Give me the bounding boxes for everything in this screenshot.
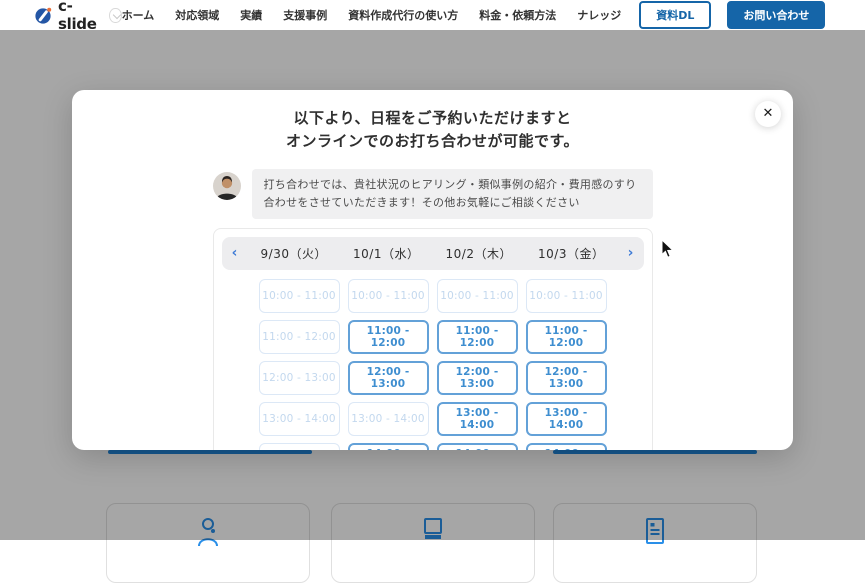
time-slot[interactable]: 14:00 - 15:00 bbox=[348, 443, 429, 450]
nav-item-results[interactable]: 実績 bbox=[240, 7, 262, 23]
time-slot: 10:00 - 11:00 bbox=[348, 279, 429, 313]
nav-menu: ホーム 対応領域 実績 支援事例 資料作成代行の使い方 料金・依頼方法 ナレッジ bbox=[122, 7, 622, 23]
time-slot[interactable]: 13:00 - 14:00 bbox=[526, 402, 607, 436]
logo-icon bbox=[35, 7, 52, 24]
time-slot[interactable]: 14:00 - 15:00 bbox=[526, 443, 607, 450]
modal-title: 以下より、日程をご予約いただけますと オンラインでのお打ち合わせが可能です。 bbox=[72, 107, 793, 154]
time-slot: 11:00 - 12:00 bbox=[259, 320, 340, 354]
time-slot: 13:00 - 14:00 bbox=[348, 402, 429, 436]
modal-title-line2: オンラインでのお打ち合わせが可能です。 bbox=[72, 130, 793, 153]
nav-item-pricing[interactable]: 料金・依頼方法 bbox=[479, 7, 556, 23]
nav-item-areas[interactable]: 対応領域 bbox=[175, 7, 219, 23]
time-slot[interactable]: 13:00 - 14:00 bbox=[437, 402, 518, 436]
time-slot[interactable]: 12:00 - 13:00 bbox=[526, 361, 607, 395]
prev-week-icon[interactable]: ‹ bbox=[222, 237, 248, 270]
time-slot: 14:00 - 15:00 bbox=[259, 443, 340, 450]
close-icon[interactable]: ✕ bbox=[755, 101, 781, 127]
time-slot: 10:00 - 11:00 bbox=[259, 279, 340, 313]
time-slot[interactable]: 11:00 - 12:00 bbox=[348, 320, 429, 354]
contact-button[interactable]: お問い合わせ bbox=[727, 1, 825, 29]
date-column-2: 10/2（木） bbox=[433, 245, 526, 262]
time-slot: 12:00 - 13:00 bbox=[259, 361, 340, 395]
nav-item-cases[interactable]: 支援事例 bbox=[283, 7, 327, 23]
date-column-3: 10/3（金） bbox=[525, 245, 618, 262]
time-slot[interactable]: 12:00 - 13:00 bbox=[348, 361, 429, 395]
nav-item-howto[interactable]: 資料作成代行の使い方 bbox=[348, 7, 458, 23]
message-text: 打ち合わせでは、貴社状況のヒアリング・類似事例の紹介・費用感のすり合わせをさせて… bbox=[252, 169, 653, 219]
calendar-widget: ‹ 9/30（火） 10/1（水） 10/2（木） 10/3（金） › 10:0… bbox=[213, 228, 653, 450]
logo-text: c-slide bbox=[58, 0, 99, 33]
time-slot[interactable]: 11:00 - 12:00 bbox=[526, 320, 607, 354]
time-slot: 13:00 - 14:00 bbox=[259, 402, 340, 436]
time-slot: 10:00 - 11:00 bbox=[526, 279, 607, 313]
nav-item-home[interactable]: ホーム bbox=[122, 7, 155, 23]
time-slot[interactable]: 11:00 - 12:00 bbox=[437, 320, 518, 354]
avatar bbox=[213, 172, 241, 200]
time-slot[interactable]: 14:00 - 15:00 bbox=[437, 443, 518, 450]
download-materials-button[interactable]: 資料DL bbox=[639, 1, 711, 29]
date-column-1: 10/1（水） bbox=[340, 245, 433, 262]
calendar-header: ‹ 9/30（火） 10/1（水） 10/2（木） 10/3（金） › bbox=[222, 237, 644, 270]
logo[interactable]: c-slide bbox=[35, 0, 122, 33]
chevron-down-icon[interactable] bbox=[109, 8, 121, 23]
top-navigation: c-slide ホーム 対応領域 実績 支援事例 資料作成代行の使い方 料金・依… bbox=[0, 0, 865, 30]
time-slot[interactable]: 12:00 - 13:00 bbox=[437, 361, 518, 395]
time-slot: 10:00 - 11:00 bbox=[437, 279, 518, 313]
time-slot-grid: 10:00 - 11:00 10:00 - 11:00 10:00 - 11:0… bbox=[222, 279, 644, 450]
booking-modal: ✕ 以下より、日程をご予約いただけますと オンラインでのお打ち合わせが可能です。… bbox=[72, 90, 793, 450]
consultant-message: 打ち合わせでは、貴社状況のヒアリング・類似事例の紹介・費用感のすり合わせをさせて… bbox=[213, 169, 653, 219]
next-week-icon[interactable]: › bbox=[618, 237, 644, 270]
nav-item-knowledge[interactable]: ナレッジ bbox=[577, 7, 621, 23]
modal-title-line1: 以下より、日程をご予約いただけますと bbox=[72, 107, 793, 130]
date-column-0: 9/30（火） bbox=[248, 245, 341, 262]
